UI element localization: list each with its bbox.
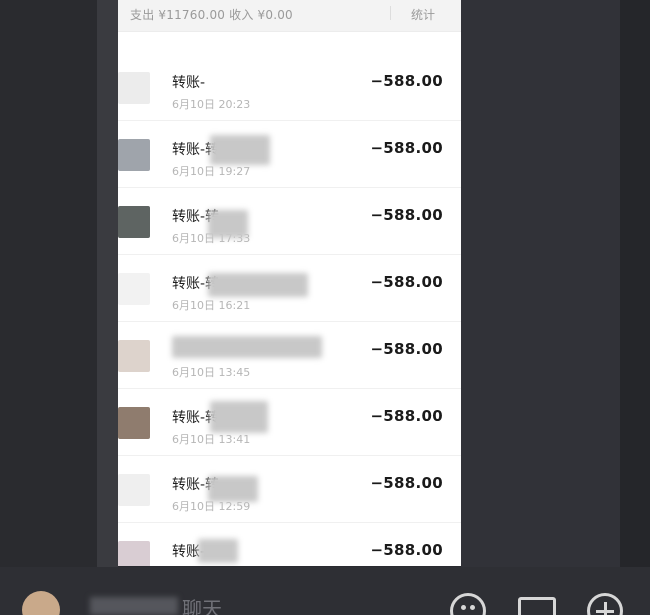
privacy-blur — [208, 210, 248, 238]
contact-avatar — [118, 206, 150, 238]
contact-avatar — [118, 407, 150, 439]
transaction-amount: −588.00 — [370, 407, 443, 425]
contact-avatar — [118, 541, 150, 566]
contact-avatar — [118, 340, 150, 372]
privacy-blur — [210, 135, 270, 165]
left-background — [0, 0, 97, 567]
privacy-blur — [210, 401, 268, 433]
contact-avatar — [118, 273, 150, 305]
left-edge — [97, 0, 118, 567]
contact-avatar — [118, 72, 150, 104]
summary-bar: 支出 ¥11760.00 收入 ¥0.00 统计 — [118, 0, 461, 32]
transaction-row[interactable]: 转账-转 6月10日 12:59 −588.00 — [118, 456, 461, 523]
divider — [390, 6, 391, 20]
emoji-icon[interactable] — [450, 593, 486, 615]
transaction-row[interactable]: 转账- 6月10日 20:23 −588.00 — [118, 54, 461, 121]
blurred-name — [90, 597, 178, 615]
transaction-row[interactable]: 转账-转 6月10日 19:27 −588.00 — [118, 121, 461, 188]
transaction-time: 6月10日 16:21 — [172, 299, 251, 312]
transaction-amount: −588.00 — [370, 206, 443, 224]
stats-link[interactable]: 统计 — [411, 6, 435, 23]
privacy-blur — [172, 336, 322, 358]
chat-label[interactable]: 聊天 — [182, 593, 222, 615]
transaction-amount: −588.00 — [370, 273, 443, 291]
contact-avatar — [118, 139, 150, 171]
summary-text: 支出 ¥11760.00 收入 ¥0.00 — [130, 8, 293, 22]
contact-avatar — [118, 474, 150, 506]
transaction-row[interactable]: 转账-转 6月10日 13:41 −588.00 — [118, 389, 461, 456]
transaction-row[interactable]: 转账-转 6月10日 16:21 −588.00 — [118, 255, 461, 322]
transaction-screenshot[interactable]: 支出 ¥11760.00 收入 ¥0.00 统计 转账- 6月10日 20:23 −… — [118, 0, 461, 566]
avatar[interactable] — [22, 591, 60, 615]
right-edge — [620, 0, 650, 567]
transaction-amount: −588.00 — [370, 474, 443, 492]
transaction-amount: −588.00 — [370, 139, 443, 157]
screen-share-icon[interactable] — [518, 597, 556, 615]
transaction-time: 6月10日 12:33 — [172, 565, 250, 566]
transaction-title: 转账- — [172, 75, 206, 91]
transaction-time: 6月10日 13:45 — [172, 366, 251, 379]
transaction-time: 6月10日 20:23 — [172, 98, 251, 111]
transaction-row[interactable]: 转账-转 6月10日 17:33 −588.00 — [118, 188, 461, 255]
transaction-row[interactable]: 6月10日 13:45 −588.00 — [118, 322, 461, 389]
transaction-amount: −588.00 — [370, 340, 443, 358]
transaction-amount: −588.00 — [370, 72, 443, 90]
transaction-time: 6月10日 19:27 — [172, 165, 251, 178]
bottom-bar: 聊天 — [0, 567, 650, 615]
transaction-row[interactable]: 转账-6月10日 12:33−588.00 — [118, 523, 461, 566]
privacy-blur — [208, 273, 308, 297]
transaction-amount: −588.00 — [370, 541, 443, 559]
privacy-blur — [208, 476, 258, 502]
privacy-blur — [198, 539, 238, 563]
plus-icon[interactable] — [587, 593, 623, 615]
transaction-time: 6月10日 13:41 — [172, 433, 251, 446]
